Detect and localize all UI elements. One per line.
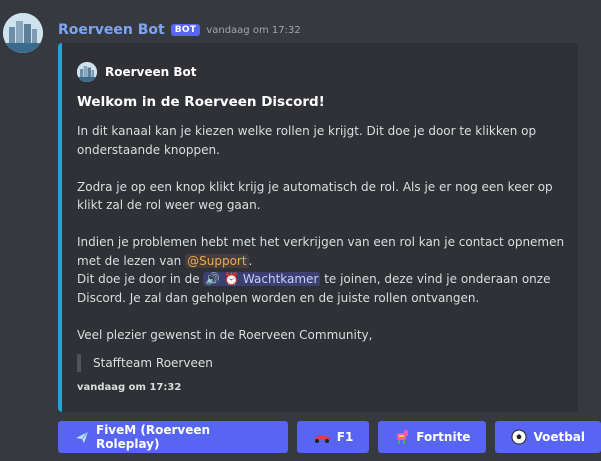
fivem-button[interactable]: FiveM (Roerveen Roleplay) (58, 421, 288, 453)
bot-avatar[interactable] (3, 13, 43, 53)
paragraph-3-text: Indien je problemen hebt met het verkrij… (77, 235, 565, 268)
channel-mention-wachtkamer[interactable]: 🔊 ⏰ Wachtkamer (203, 272, 321, 286)
llama-icon (394, 429, 410, 445)
voetbal-button-label: Voetbal (533, 430, 585, 444)
embed-author-icon (77, 62, 97, 82)
embed-author: Roerveen Bot (77, 62, 197, 82)
f1-button-label: F1 (336, 430, 354, 444)
embed-footer: vandaag om 17:32 (77, 382, 182, 393)
paragraph-4: Veel plezier gewenst in de Roerveen Comm… (77, 327, 373, 342)
embed: Roerveen Bot Welkom in de Roerveen Disco… (58, 43, 578, 412)
voetbal-button[interactable]: Voetbal (495, 421, 601, 453)
message-timestamp[interactable]: vandaag om 17:32 (206, 25, 300, 36)
role-mention-support[interactable]: @Support (185, 253, 249, 268)
paragraph-1: In dit kanaal kan je kiezen welke rollen… (77, 124, 537, 157)
message-header: Roerveen Bot BOT vandaag om 17:32 (58, 21, 301, 39)
airplane-icon (74, 429, 90, 445)
fivem-button-label: FiveM (Roerveen Roleplay) (96, 423, 211, 451)
soccer-ball-icon (511, 429, 527, 445)
paragraph-3-text-2: Dit doe je door in de (77, 272, 204, 286)
fortnite-button-label: Fortnite (416, 430, 471, 444)
paragraph-3-period: . (248, 253, 253, 268)
button-row: FiveM (Roerveen Roleplay) F1 Fortnite Vo… (58, 421, 601, 453)
f1-button[interactable]: F1 (296, 421, 370, 453)
blockquote: Staffteam Roerveen (77, 354, 213, 372)
embed-title: Welkom in de Roerveen Discord! (77, 94, 325, 110)
embed-description: In dit kanaal kan je kiezen welke rollen… (77, 122, 572, 363)
paragraph-3: Indien je problemen hebt met het verkrij… (77, 233, 572, 307)
paragraph-2: Zodra je op een knop klikt krijg je auto… (77, 179, 553, 213)
bot-badge: BOT (170, 24, 201, 36)
race-car-icon (313, 430, 331, 444)
embed-author-name: Roerveen Bot (105, 65, 197, 79)
fortnite-button[interactable]: Fortnite (378, 421, 487, 453)
author-name[interactable]: Roerveen Bot (58, 22, 165, 38)
